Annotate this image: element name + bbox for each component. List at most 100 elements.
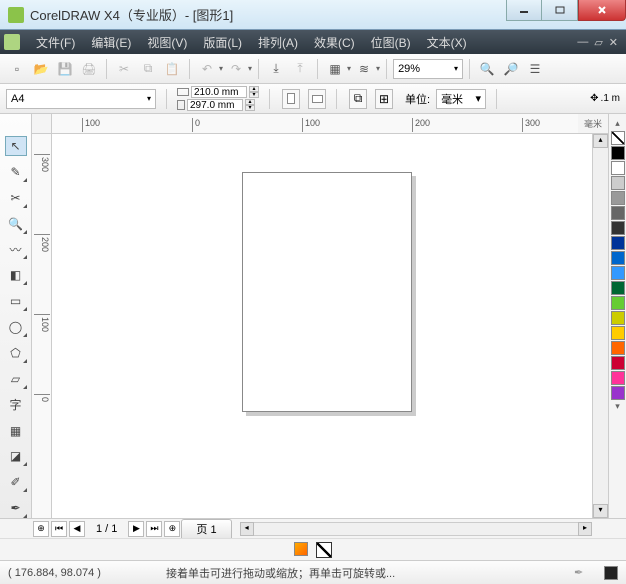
nudge-icon: ✥ bbox=[590, 93, 598, 104]
fill-color-indicator[interactable] bbox=[294, 542, 310, 558]
horizontal-scrollbar[interactable]: ◂ ▸ bbox=[240, 522, 592, 536]
shape-tool[interactable]: ✎ bbox=[5, 162, 27, 182]
color-swatch[interactable] bbox=[611, 176, 625, 190]
scroll-left-button[interactable]: ◂ bbox=[240, 522, 254, 536]
window-maximize-button[interactable] bbox=[542, 0, 578, 21]
mdi-restore-button[interactable]: ▱ bbox=[594, 36, 602, 49]
menu-bitmap[interactable]: 位图(B) bbox=[363, 34, 419, 51]
freehand-tool[interactable]: 〰 bbox=[5, 240, 27, 260]
ruler-origin[interactable] bbox=[32, 114, 52, 134]
portrait-button[interactable] bbox=[282, 89, 300, 109]
zoom-out-icon[interactable]: 🔎 bbox=[500, 58, 522, 80]
color-swatch[interactable] bbox=[611, 296, 625, 310]
next-page-button[interactable]: ▶ bbox=[128, 521, 144, 537]
mdi-close-button[interactable]: ✕ bbox=[609, 36, 618, 49]
color-swatch[interactable] bbox=[611, 251, 625, 265]
color-swatch[interactable] bbox=[611, 341, 625, 355]
page-layout-button[interactable]: ⧉ bbox=[349, 89, 367, 109]
zoom-in-icon[interactable]: 🔍 bbox=[476, 58, 498, 80]
menu-effects[interactable]: 效果(C) bbox=[306, 34, 363, 51]
menu-edit[interactable]: 编辑(E) bbox=[83, 34, 139, 51]
color-swatch[interactable] bbox=[611, 191, 625, 205]
scroll-right-button[interactable]: ▸ bbox=[578, 522, 592, 536]
color-swatch[interactable] bbox=[611, 206, 625, 220]
color-swatch[interactable] bbox=[611, 326, 625, 340]
scroll-up-button[interactable]: ▴ bbox=[593, 134, 608, 148]
open-button[interactable]: 📂 bbox=[30, 58, 52, 80]
last-page-button[interactable]: ⏭ bbox=[146, 521, 162, 537]
outline-pen-icon[interactable]: ✒ bbox=[574, 566, 586, 580]
color-swatch[interactable] bbox=[611, 221, 625, 235]
color-swatch[interactable] bbox=[611, 146, 625, 160]
drawing-canvas[interactable] bbox=[52, 134, 592, 518]
window-minimize-button[interactable] bbox=[506, 0, 542, 21]
copy-button[interactable]: ⧉ bbox=[137, 58, 159, 80]
palette-up-button[interactable]: ▴ bbox=[615, 118, 620, 130]
no-fill-indicator[interactable] bbox=[316, 542, 332, 558]
width-spinner[interactable]: ▴▾ bbox=[249, 86, 259, 98]
undo-button[interactable]: ↶▾ bbox=[196, 58, 223, 80]
color-swatch[interactable] bbox=[611, 266, 625, 280]
zoom-tool[interactable]: 🔍 bbox=[5, 214, 27, 234]
eyedropper-tool[interactable]: ✐ bbox=[5, 472, 27, 492]
pick-tool[interactable]: ↖ bbox=[5, 136, 27, 156]
color-swatch[interactable] bbox=[611, 281, 625, 295]
paper-size-dropdown[interactable]: A4▾ bbox=[6, 89, 156, 109]
scroll-down-button[interactable]: ▾ bbox=[593, 504, 608, 518]
page-tab[interactable]: 页 1 bbox=[181, 519, 231, 538]
mdi-minimize-button[interactable]: — bbox=[577, 36, 588, 49]
first-page-button[interactable]: ⏮ bbox=[51, 521, 67, 537]
add-page-before-button[interactable]: ⊕ bbox=[33, 521, 49, 537]
new-button[interactable]: ▫ bbox=[6, 58, 28, 80]
menu-layout[interactable]: 版面(L) bbox=[195, 34, 250, 51]
zoom-level-dropdown[interactable]: 29%▾ bbox=[393, 59, 463, 79]
page-width-input[interactable]: 210.0 mm bbox=[191, 86, 247, 98]
rectangle-tool[interactable]: ▭ bbox=[5, 291, 27, 311]
window-close-button[interactable] bbox=[578, 0, 626, 21]
current-fill-swatch[interactable] bbox=[604, 566, 618, 580]
page-height-input[interactable]: 297.0 mm bbox=[187, 99, 243, 111]
color-swatch[interactable] bbox=[611, 386, 625, 400]
cut-button[interactable]: ✂ bbox=[113, 58, 135, 80]
menu-file[interactable]: 文件(F) bbox=[28, 34, 83, 51]
page-object[interactable] bbox=[242, 172, 412, 412]
paste-button[interactable]: 📋 bbox=[161, 58, 183, 80]
nudge-value[interactable]: .1 m bbox=[601, 93, 620, 104]
color-swatch[interactable] bbox=[611, 371, 625, 385]
color-swatch[interactable] bbox=[611, 161, 625, 175]
menu-view[interactable]: 视图(V) bbox=[139, 34, 195, 51]
interactive-tool[interactable]: ◪ bbox=[5, 447, 27, 467]
outline-tool[interactable]: ✒ bbox=[5, 498, 27, 518]
save-button[interactable]: 💾 bbox=[54, 58, 76, 80]
export-button[interactable]: ⤒ bbox=[289, 58, 311, 80]
landscape-button[interactable] bbox=[308, 89, 326, 109]
page-background-button[interactable]: ⊞ bbox=[375, 89, 393, 109]
ellipse-tool[interactable]: ◯ bbox=[5, 317, 27, 337]
color-swatch[interactable] bbox=[611, 311, 625, 325]
color-swatch[interactable] bbox=[611, 236, 625, 250]
units-dropdown[interactable]: 毫米▾ bbox=[436, 89, 486, 109]
menu-arrange[interactable]: 排列(A) bbox=[250, 34, 306, 51]
add-page-after-button[interactable]: ⊕ bbox=[164, 521, 180, 537]
table-tool[interactable]: ▦ bbox=[5, 421, 27, 441]
color-swatch[interactable] bbox=[611, 356, 625, 370]
menu-text[interactable]: 文本(X) bbox=[419, 34, 475, 51]
polygon-tool[interactable]: ⬠ bbox=[5, 343, 27, 363]
vertical-scrollbar[interactable]: ▴ ▾ bbox=[592, 134, 608, 518]
palette-down-button[interactable]: ▾ bbox=[615, 401, 620, 413]
smart-fill-tool[interactable]: ◧ bbox=[5, 265, 27, 285]
print-button[interactable]: 🖨 bbox=[78, 58, 100, 80]
basic-shapes-tool[interactable]: ▱ bbox=[5, 369, 27, 389]
crop-tool[interactable]: ✂ bbox=[5, 188, 27, 208]
redo-button[interactable]: ↷▾ bbox=[225, 58, 252, 80]
ruler-horizontal[interactable]: 1000100200300 bbox=[52, 114, 578, 134]
ruler-vertical[interactable]: 3002001000 bbox=[32, 134, 52, 518]
options-button[interactable]: ☰ bbox=[524, 58, 546, 80]
app-launcher-button[interactable]: ▦▾ bbox=[324, 58, 351, 80]
color-swatch[interactable] bbox=[611, 131, 625, 145]
welcome-button[interactable]: ≋▾ bbox=[353, 58, 380, 80]
text-tool[interactable]: 字 bbox=[5, 395, 27, 415]
height-spinner[interactable]: ▴▾ bbox=[245, 99, 255, 111]
import-button[interactable]: ⤓ bbox=[265, 58, 287, 80]
prev-page-button[interactable]: ◀ bbox=[69, 521, 85, 537]
